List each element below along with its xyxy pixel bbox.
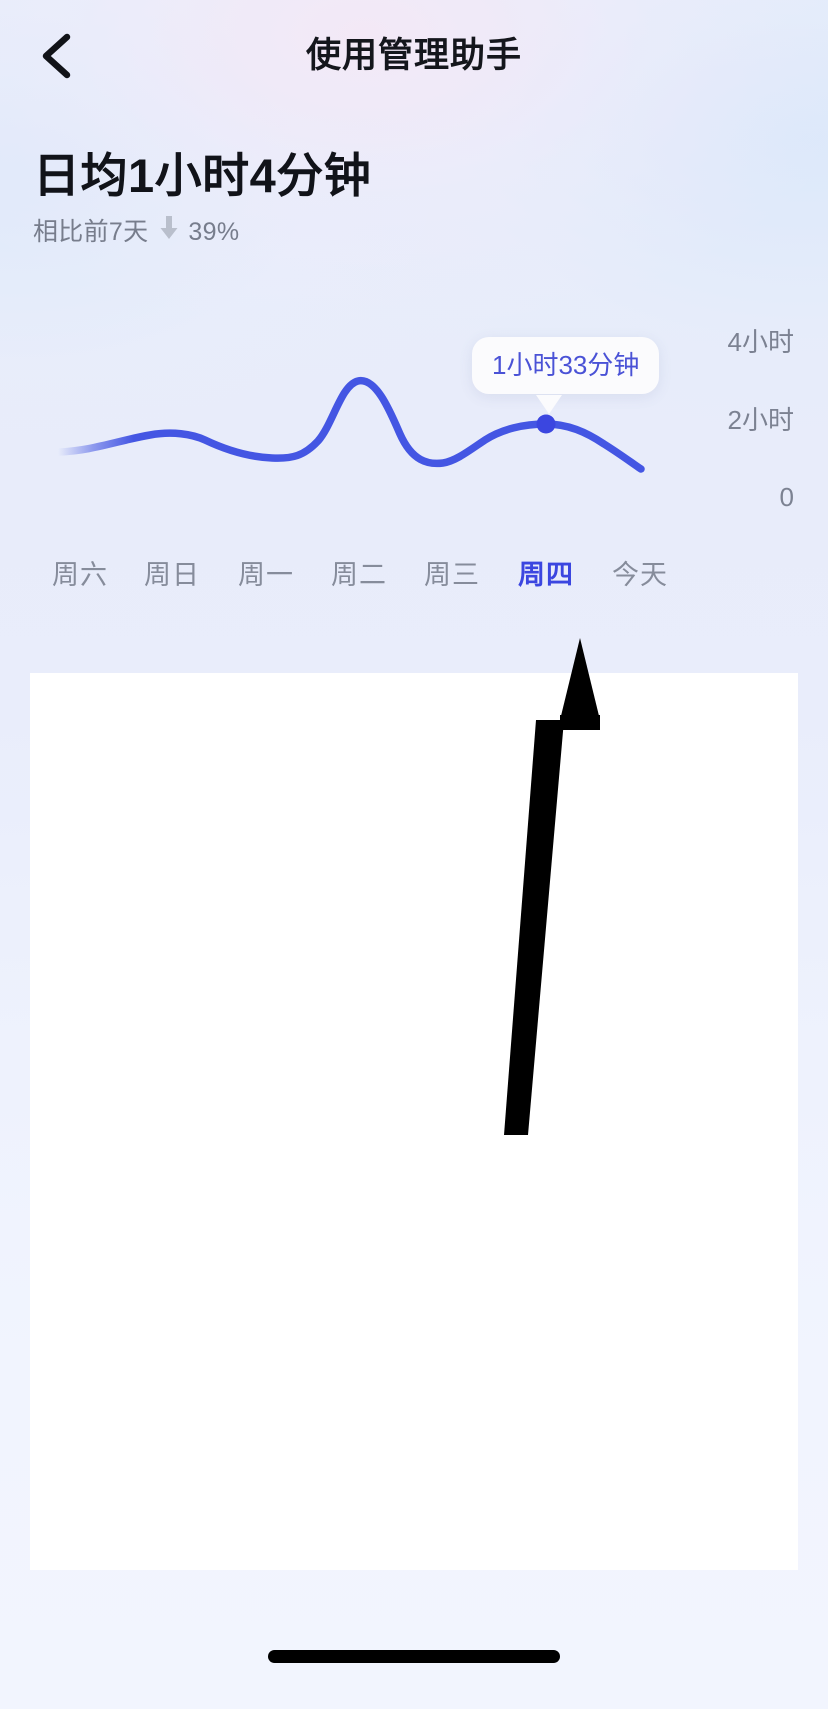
day-tab-today[interactable]: 今天 [580,555,700,595]
value-tooltip: 1小时33分钟 [472,337,660,394]
y-axis-tick-2h: 2小时 [727,405,794,435]
comparison-row: 相比前7天 39% [33,215,733,249]
top-navigation-bar: 使用管理助手 [0,0,828,110]
app-screen: 使用管理助手 日均1小时4分钟 相比前7天 39% 1小时33分钟 4小时 2小… [0,0,828,1709]
home-indicator-bar [268,1650,560,1663]
content-card [30,673,798,1570]
day-label-row: 周六 周日 周一 周二 周三 周四 今天 [0,555,828,605]
arrow-down-icon [159,215,179,249]
tooltip-tail [536,395,562,414]
y-axis-tick-0: 0 [779,482,794,512]
chart-line-svg [54,377,645,473]
page-title: 使用管理助手 [305,36,522,75]
daily-average-text: 日均1小时4分钟 [33,149,372,202]
comparison-percent: 39% [188,218,240,246]
tooltip-value: 1小时33分钟 [492,350,640,380]
usage-summary: 日均1小时4分钟 相比前7天 39% [33,145,733,249]
y-axis-tick-4h: 4小时 [727,327,794,357]
comparison-label: 相比前7天 [33,218,149,246]
selected-data-point[interactable] [536,414,556,434]
usage-line-chart[interactable]: 1小时33分钟 4小时 2小时 0 [0,295,828,595]
